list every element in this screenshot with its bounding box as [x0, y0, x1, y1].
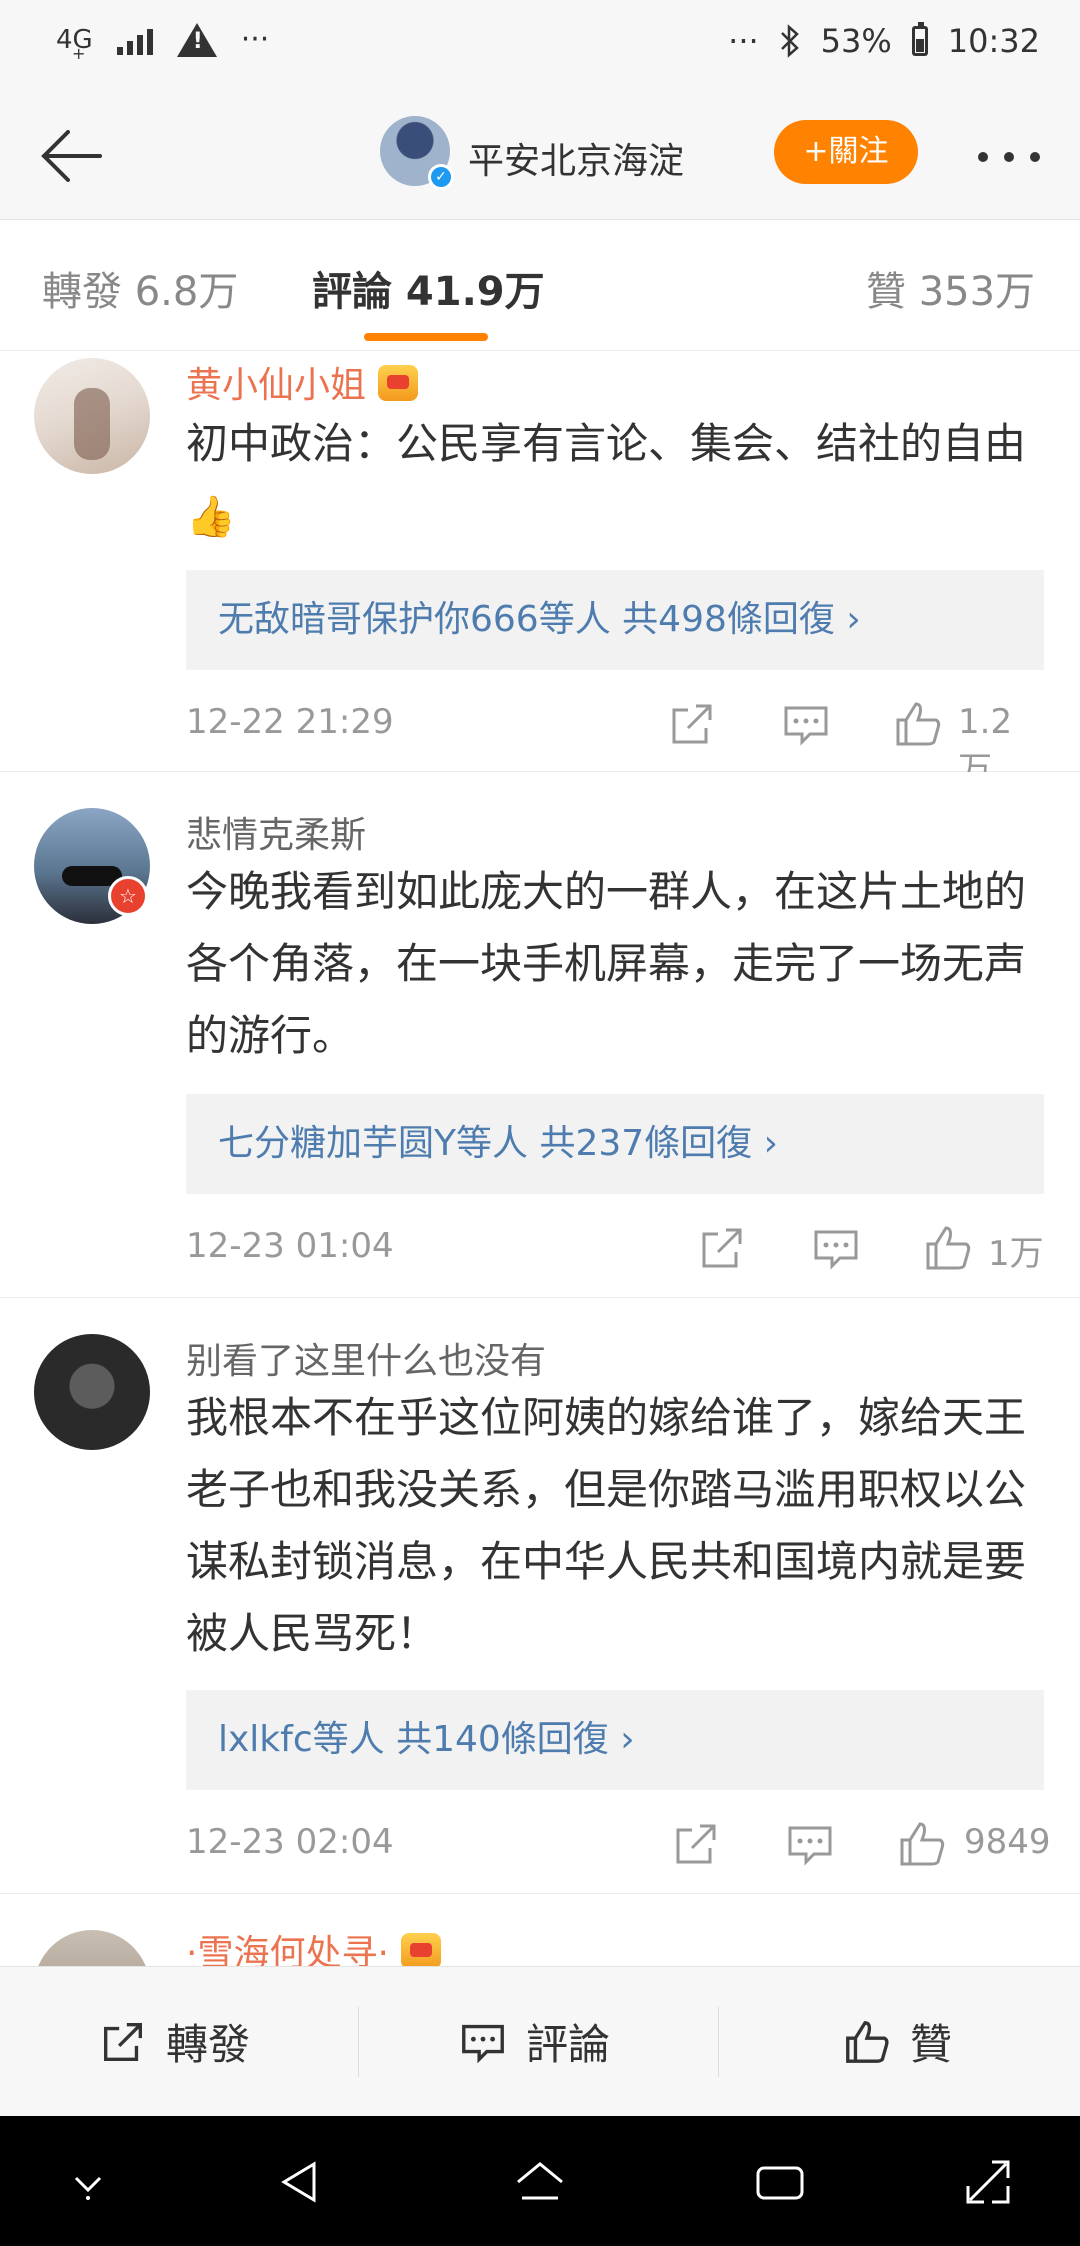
- tab-reposts[interactable]: 轉發 6.8万: [42, 259, 238, 317]
- comment-meta: 12-23 02:04 9849: [186, 1814, 1051, 1874]
- repost-icon: [104, 2022, 142, 2061]
- recents-nav-icon[interactable]: [750, 2152, 810, 2212]
- clock: 10:32: [947, 22, 1040, 60]
- divider: [358, 2007, 359, 2077]
- bluetooth-icon: [780, 24, 799, 58]
- comment-username[interactable]: 黄小仙小姐: [186, 356, 419, 408]
- collapse-down-icon[interactable]: [58, 2152, 118, 2212]
- share-icon[interactable]: [666, 698, 718, 750]
- replies-summary[interactable]: 无敌暗哥保护你666等人 共498條回復 ›: [186, 570, 1044, 670]
- like-label: 贊: [910, 2020, 953, 2069]
- comment-time: 12-23 01:04: [186, 1226, 394, 1266]
- comment-text: 我根本不在乎这位阿姨的嫁给谁了，嫁给天王老子也和我没关系，但是你踏马滥用职权以公…: [186, 1393, 1027, 1658]
- comment-icon[interactable]: [784, 1818, 836, 1870]
- tab-likes[interactable]: 贊 353万: [866, 259, 1035, 317]
- repost-label: 轉發: [166, 2020, 251, 2069]
- thumbs-up-emoji: 👍: [186, 494, 236, 540]
- replies-summary[interactable]: 七分糖加芋圆Y等人 共237條回復 ›: [186, 1094, 1044, 1194]
- avatar[interactable]: [34, 1334, 150, 1450]
- comment-username[interactable]: ·雪海何处寻·: [186, 1924, 441, 1966]
- bottom-action-bar: 轉發 評論 贊: [0, 1966, 1080, 2116]
- account-avatar[interactable]: ✓: [380, 116, 454, 190]
- app-header: ✓ 平安北京海淀 +關注: [0, 92, 1080, 220]
- comment-text: 初中政治：公民享有言论、集会、结社的自由👍: [186, 419, 1027, 540]
- comment-username[interactable]: 别看了这里什么也没有: [186, 1332, 546, 1384]
- comment-item: ·雪海何处寻·: [0, 1894, 1080, 1966]
- comment-meta: 12-22 21:29 1.2万: [186, 694, 1044, 790]
- member-badge-icon: ☆: [108, 876, 148, 916]
- comment-icon[interactable]: [780, 698, 832, 750]
- comment-item: 别看了这里什么也没有 我根本不在乎这位阿姨的嫁给谁了，嫁给天王老子也和我没关系，…: [0, 1298, 1080, 1894]
- replies-summary[interactable]: lxlkfc等人 共140條回復 ›: [186, 1690, 1044, 1790]
- system-nav-bar: [0, 2116, 1080, 2246]
- comment-icon[interactable]: [810, 1222, 862, 1274]
- comment-label: 評論: [526, 2020, 611, 2069]
- more-options-icon[interactable]: [978, 152, 1040, 162]
- status-dots: ···: [728, 22, 759, 60]
- comment-text: 今晚我看到如此庞大的一群人，在这片土地的各个角落，在一块手机屏幕，走完了一场无声…: [186, 867, 1027, 1060]
- active-tab-indicator: [364, 333, 488, 341]
- like-count: 9849: [964, 1822, 1051, 1862]
- comment-button[interactable]: 評論: [458, 2011, 610, 2072]
- battery-icon: [911, 22, 928, 56]
- status-bar: 4G+ ··· ··· 53% 10:32: [0, 0, 1080, 92]
- like-icon[interactable]: [896, 1818, 948, 1870]
- avatar[interactable]: [34, 358, 150, 474]
- tab-comments[interactable]: 評論 41.9万: [312, 259, 545, 317]
- comment-username[interactable]: 悲情克柔斯: [186, 806, 366, 858]
- back-nav-icon[interactable]: [270, 2152, 330, 2212]
- vip-crown-icon: [378, 365, 419, 401]
- comment-meta: 12-23 01:04 1万: [186, 1218, 1044, 1278]
- divider: [718, 2007, 719, 2077]
- share-icon[interactable]: [670, 1818, 722, 1870]
- repost-button[interactable]: 轉發: [98, 2011, 250, 2072]
- avatar[interactable]: [34, 1930, 150, 1966]
- network-type: 4G +: [56, 24, 93, 63]
- account-name[interactable]: 平安北京海淀: [468, 132, 684, 184]
- follow-button[interactable]: +關注: [774, 120, 918, 184]
- share-icon[interactable]: [696, 1222, 748, 1274]
- tab-bar: 轉發 6.8万 評論 41.9万 贊 353万: [0, 221, 1080, 351]
- comment-item: ☆ 悲情克柔斯 今晚我看到如此庞大的一群人，在这片土地的各个角落，在一块手机屏幕…: [0, 772, 1080, 1298]
- comment-time: 12-23 02:04: [186, 1822, 394, 1862]
- warning-icon: [176, 22, 217, 57]
- vip-crown-icon: [400, 1933, 441, 1966]
- like-button[interactable]: 贊: [842, 2011, 952, 2072]
- comment-time: 12-22 21:29: [186, 702, 394, 742]
- comment-item: 黄小仙小姐 初中政治：公民享有言论、集会、结社的自由👍 无敌暗哥保护你666等人…: [0, 352, 1080, 790]
- like-icon[interactable]: [922, 1222, 974, 1274]
- expand-screen-icon[interactable]: [958, 2152, 1018, 2212]
- battery-percent: 53%: [820, 22, 892, 60]
- signal-icon: [116, 25, 153, 55]
- thumbs-up-icon: [846, 2020, 889, 2063]
- verified-icon: ✓: [428, 164, 454, 190]
- notification-dots: ···: [240, 22, 270, 57]
- like-count: 1万: [988, 1234, 1044, 1274]
- back-arrow-icon[interactable]: [30, 120, 102, 192]
- home-nav-icon[interactable]: [510, 2152, 570, 2212]
- comment-bubble-icon: [462, 2024, 504, 2063]
- like-icon[interactable]: [892, 698, 944, 750]
